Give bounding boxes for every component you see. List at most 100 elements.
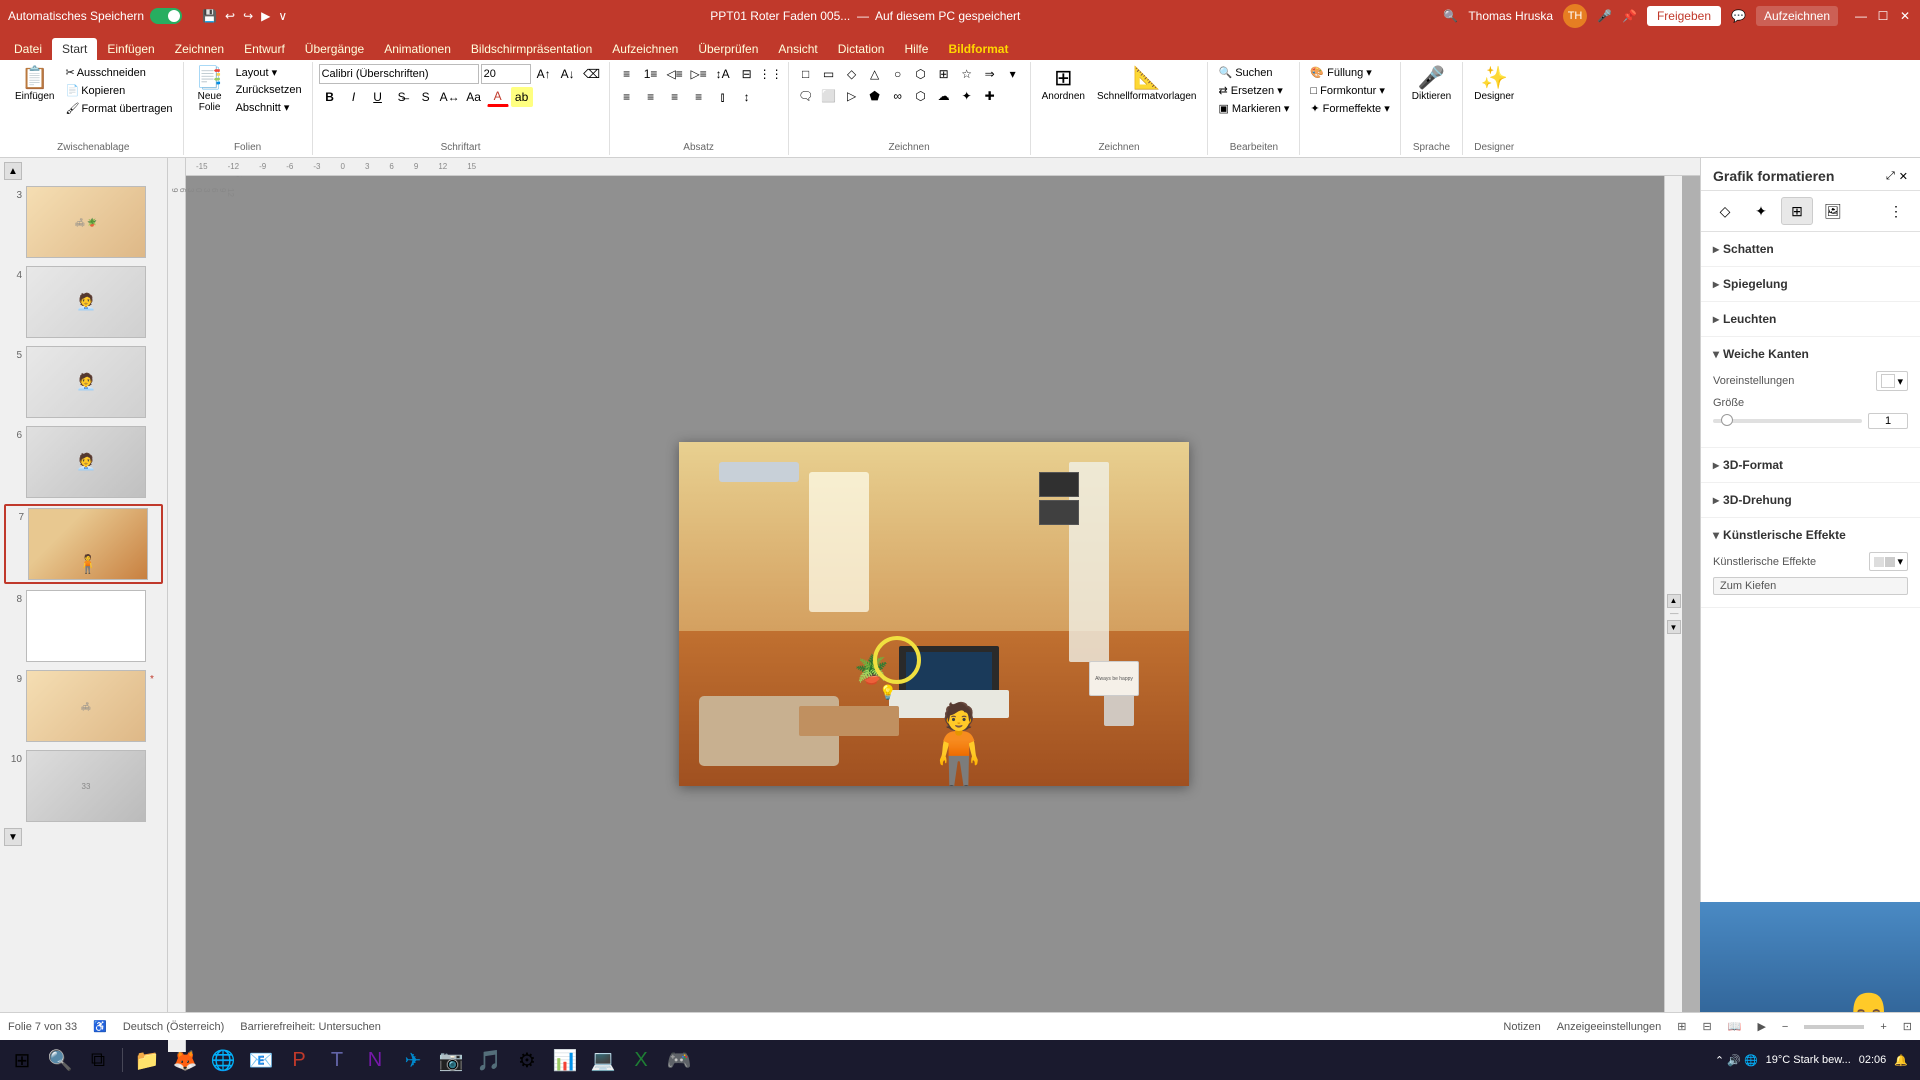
italic-btn[interactable]: I <box>343 87 365 107</box>
shape1-btn[interactable]: ◇ <box>841 64 863 84</box>
present-icon[interactable]: ▶ <box>261 9 270 23</box>
shape6-btn[interactable]: ☆ <box>956 64 978 84</box>
underline-btn[interactable]: U <box>367 87 389 107</box>
tab-zeichnen[interactable]: Zeichnen <box>165 38 234 60</box>
case-btn[interactable]: Aa <box>463 87 485 107</box>
zoom-slider[interactable] <box>1804 1025 1864 1029</box>
scroll-down-btn[interactable]: ▼ <box>4 828 22 846</box>
app6-btn[interactable]: 🎮 <box>661 1042 697 1078</box>
chrome-btn[interactable]: 🌐 <box>205 1042 241 1078</box>
ausschneiden-btn[interactable]: ✂ Ausschneiden <box>61 64 176 81</box>
fuellung-btn[interactable]: 🎨 Füllung ▾ <box>1306 64 1393 81</box>
more-icon[interactable]: ∨ <box>278 9 287 23</box>
tab-animationen[interactable]: Animationen <box>374 38 461 60</box>
zoom-fit-btn[interactable]: ⊡ <box>1903 1020 1912 1033</box>
taskview-btn[interactable]: ⧉ <box>80 1042 116 1078</box>
tab-bildformat[interactable]: Bildformat <box>938 38 1018 60</box>
panel-section-3d-drehung[interactable]: 3D-Drehung <box>1701 483 1920 518</box>
shape2-btn[interactable]: △ <box>864 64 886 84</box>
einfuegen-btn[interactable]: 📋 Einfügen <box>10 64 59 105</box>
app2-btn[interactable]: 🎵 <box>471 1042 507 1078</box>
align-center-btn[interactable]: ≡ <box>640 87 662 107</box>
font-color-btn[interactable]: A <box>487 87 509 107</box>
teams-btn[interactable]: T <box>319 1042 355 1078</box>
indent-btn[interactable]: ▷≡ <box>688 64 710 84</box>
zoom-in-btn[interactable]: + <box>1880 1021 1886 1033</box>
anordnen-btn[interactable]: ⊞ Anordnen <box>1037 64 1090 105</box>
slideshow-btn[interactable]: ▶ <box>1757 1020 1765 1033</box>
onenote-btn[interactable]: N <box>357 1042 393 1078</box>
justify-btn[interactable]: ≡ <box>688 87 710 107</box>
presenter-up-btn[interactable]: ▲ <box>1667 594 1681 608</box>
slide-thumb-3[interactable]: 3 🛋 🪴 <box>4 184 163 260</box>
presenter-down-btn[interactable]: ▼ <box>1667 620 1681 634</box>
ribbon-icon[interactable]: 📌 <box>1622 9 1637 23</box>
shape7-btn[interactable]: ⇒ <box>979 64 1001 84</box>
increase-font-btn[interactable]: A↑ <box>533 64 555 84</box>
panel-tab-image[interactable]: 🖼 <box>1817 197 1849 225</box>
panel-tab-fill[interactable]: ◇ <box>1709 197 1741 225</box>
effekte-btn[interactable]: ✦ Formeffekte ▾ <box>1306 100 1393 117</box>
anzeigeeinstellungen-btn[interactable]: Anzeigeeinstellungen <box>1557 1021 1662 1033</box>
panel-tab-layout[interactable]: ⊞ <box>1781 197 1813 225</box>
tab-hilfe[interactable]: Hilfe <box>894 38 938 60</box>
app1-btn[interactable]: 📷 <box>433 1042 469 1078</box>
app5-btn[interactable]: 💻 <box>585 1042 621 1078</box>
shape12-btn[interactable]: ∞ <box>887 86 909 106</box>
slide-thumb-7[interactable]: 7 🧍 <box>4 504 163 584</box>
undo-icon[interactable]: ↩ <box>225 9 235 23</box>
shadow-btn[interactable]: S <box>415 87 437 107</box>
record-btn[interactable]: Aufzeichnen <box>1756 6 1838 26</box>
spacing-btn[interactable]: A↔ <box>439 87 461 107</box>
smartart-btn[interactable]: ⋮⋮ <box>760 64 782 84</box>
shape15-btn[interactable]: ✦ <box>956 86 978 106</box>
app3-btn[interactable]: ⚙ <box>509 1042 545 1078</box>
rect-btn[interactable]: □ <box>795 64 817 84</box>
normal-view-btn[interactable]: ⊞ <box>1677 1020 1686 1033</box>
tab-dictation[interactable]: Dictation <box>828 38 895 60</box>
panel-expand-icon[interactable]: ⤢ <box>1886 170 1895 183</box>
notizen-btn[interactable]: Notizen <box>1503 1021 1540 1033</box>
save-icon[interactable]: 💾 <box>202 9 217 23</box>
panel-section-leuchten[interactable]: Leuchten <box>1701 302 1920 337</box>
slide-thumb-5[interactable]: 5 🧑‍💼 <box>4 344 163 420</box>
shape5-btn[interactable]: ⊞ <box>933 64 955 84</box>
kuenstlerische-effekte-dropdown[interactable]: ▾ <box>1869 552 1908 571</box>
text-direction-btn[interactable]: ↕A <box>712 64 734 84</box>
share-btn[interactable]: Freigeben <box>1647 6 1721 26</box>
markieren-btn[interactable]: ▣ Markieren ▾ <box>1214 100 1293 117</box>
slide-thumb-9[interactable]: 9 🛋 * <box>4 668 163 744</box>
minimize-btn[interactable]: — <box>1854 9 1868 23</box>
tab-start[interactable]: Start <box>52 38 97 60</box>
kopieren-btn[interactable]: 📄 Kopieren <box>61 82 176 99</box>
app4-btn[interactable]: 📊 <box>547 1042 583 1078</box>
suchen-btn[interactable]: 🔍 Suchen <box>1214 64 1293 81</box>
font-family-input[interactable] <box>319 64 479 84</box>
line-spacing-btn[interactable]: ↕ <box>736 87 758 107</box>
panel-section-weiche-kanten[interactable]: Weiche Kanten Voreinstellungen ▾ Größe <box>1701 337 1920 448</box>
shape16-btn[interactable]: ✚ <box>979 86 1001 106</box>
window-controls[interactable]: — ☐ ✕ <box>1854 9 1912 23</box>
align-text-btn[interactable]: ⊟ <box>736 64 758 84</box>
rounded-rect-btn[interactable]: ▭ <box>818 64 840 84</box>
slide-canvas[interactable]: 🪴 💡 <box>679 442 1189 786</box>
excel-btn[interactable]: X <box>623 1042 659 1078</box>
tab-datei[interactable]: Datei <box>4 38 52 60</box>
tab-praesentation[interactable]: Bildschirmpräsentation <box>461 38 602 60</box>
kontur-btn[interactable]: □ Formkontur ▾ <box>1306 82 1393 99</box>
schnellformat-btn[interactable]: 📐 Schnell­format­vorlagen <box>1092 64 1202 105</box>
search-icon[interactable]: 🔍 <box>1443 9 1458 23</box>
format-uebertragen-btn[interactable]: 🖌 Format übertragen <box>61 100 176 117</box>
shape13-btn[interactable]: ⬡ <box>910 86 932 106</box>
slide-thumb-6[interactable]: 6 🧑‍💼 <box>4 424 163 500</box>
comments-icon[interactable]: 💬 <box>1731 9 1746 23</box>
shape10-btn[interactable]: ▷ <box>841 86 863 106</box>
col-btn[interactable]: ⫾ <box>712 87 734 107</box>
groesse-slider[interactable] <box>1713 419 1862 423</box>
panel-close-icon[interactable]: ✕ <box>1899 170 1908 183</box>
panel-tab-last[interactable]: ⋮ <box>1880 197 1912 225</box>
designer-btn[interactable]: ✨ Designer <box>1469 64 1519 105</box>
highlight-btn[interactable]: ab <box>511 87 533 107</box>
shape9-btn[interactable]: ⬜ <box>818 86 840 106</box>
accessibility-label[interactable]: Barrierefreiheit: Untersuchen <box>240 1021 381 1033</box>
